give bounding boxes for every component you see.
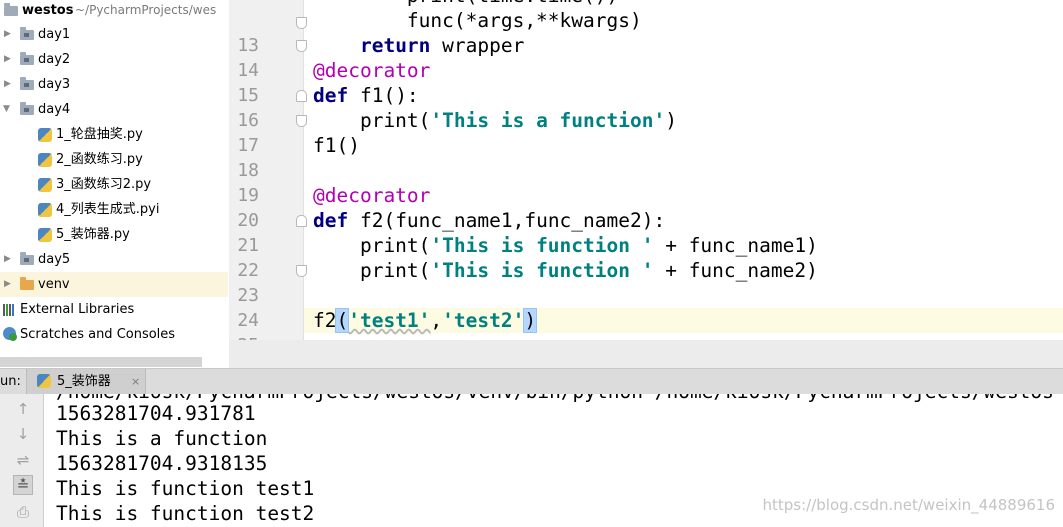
code-line[interactable]: 20 @decorator [0,183,1063,231]
run-tab[interactable]: 5_装饰器 × [26,369,146,394]
console-line: This is a function [56,427,268,450]
scroll-to-end-icon[interactable]: ≛ [13,475,33,495]
console-line: 1563281704.9318135 [56,452,268,475]
code-line[interactable]: 17 print('This is a function') [0,108,1063,156]
code-line-current[interactable]: 25 f2('test1','test2') [0,308,1063,356]
close-icon[interactable]: × [131,369,140,394]
code-line[interactable]: 15 @decorator [0,58,1063,106]
run-panel-label: un: [0,374,21,389]
python-file-icon [37,374,51,388]
horizontal-scrollbar[interactable] [0,357,202,367]
arrow-up-icon[interactable]: ↑ [13,399,33,419]
code-line[interactable]: 14 return wrapper [0,33,1063,81]
watermark: https://blog.csdn.net/weixin_44889616 [762,496,1055,514]
console-line: This is function test2 [56,502,315,525]
code-line[interactable]: 18 f1() [0,133,1063,181]
soft-wrap-icon[interactable]: ⇌ [13,450,33,470]
arrow-down-icon[interactable]: ↓ [13,424,33,444]
code-line[interactable]: 24 [0,283,1063,331]
console-line: This is function test1 [56,477,315,500]
code-line[interactable]: 16 def f1(): [0,83,1063,131]
run-side-toolbar: ↑ ↓ ⇌ ≛ ⎙ [0,394,44,527]
code-line[interactable]: 21 def f2(func_name1,func_name2): [0,208,1063,256]
print-icon[interactable]: ⎙ [13,502,33,522]
code-line[interactable]: 19 [0,158,1063,206]
code-line[interactable]: 23 print('This is function ' + func_name… [0,258,1063,306]
console-line: 1563281704.931781 [56,402,256,425]
run-tab-name: 5_装饰器 [57,374,111,389]
code-line[interactable]: 13 func(*args,**kwargs) [0,8,1063,56]
run-toolbar: un: 5_装饰器 × [0,368,1063,394]
editor-bottom-area [229,340,1063,368]
code-line-clipped: print(time.time()) [0,0,1063,8]
code-line[interactable]: 22 print('This is function ' + func_name… [0,233,1063,281]
